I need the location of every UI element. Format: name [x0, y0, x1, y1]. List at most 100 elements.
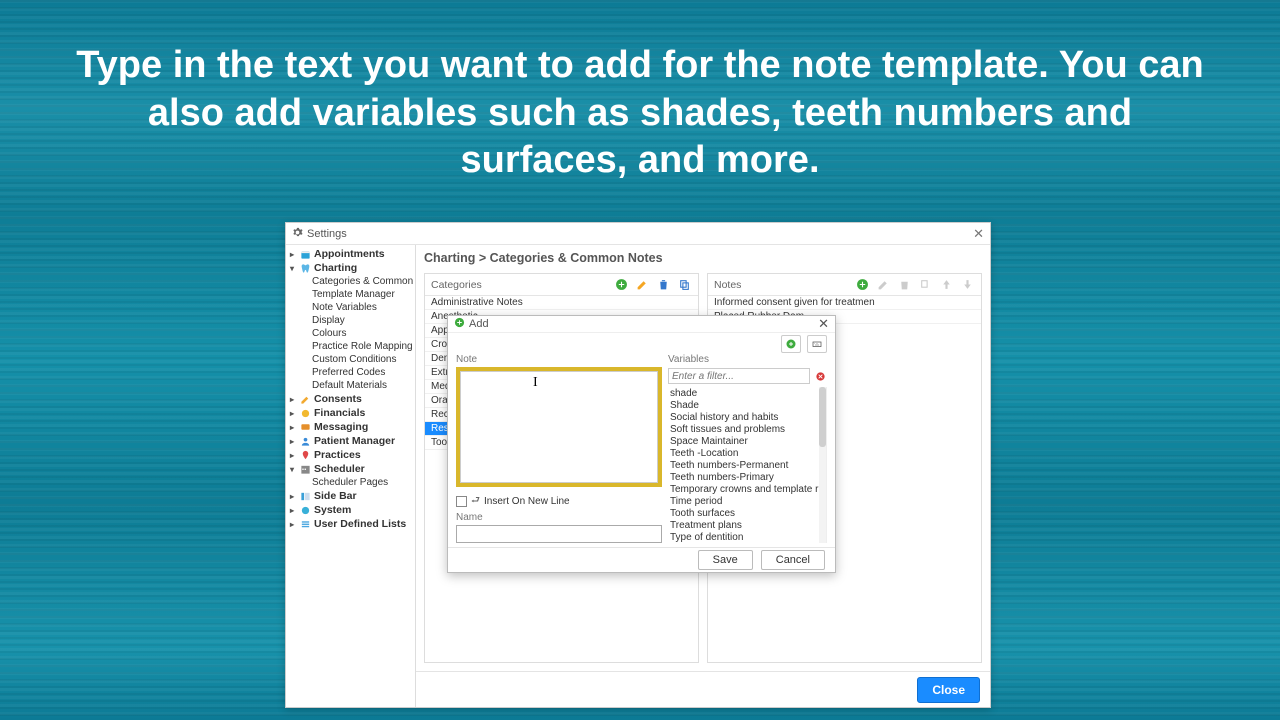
note-textarea[interactable] [460, 371, 658, 483]
sidebar-item-label: Note Variables [312, 302, 377, 313]
sidebar-item-practice-role-mapping[interactable]: Practice Role Mapping [286, 340, 415, 353]
close-button[interactable]: Close [917, 677, 980, 703]
sidebar-item-template-manager[interactable]: Template Manager [286, 288, 415, 301]
sidebar-item-label: Custom Conditions [312, 354, 396, 365]
sidebar-item-scheduler[interactable]: ▾ Scheduler [286, 462, 415, 476]
tooth-icon [299, 262, 311, 274]
insert-variable-button[interactable] [781, 335, 801, 353]
sidebar-item-label: Charting [314, 262, 357, 274]
categories-title: Categories [431, 279, 482, 291]
caret-icon: ▸ [290, 409, 296, 418]
sidebar-item-patient-manager[interactable]: ▸Patient Manager [286, 434, 415, 448]
add-note-dialog: Add ✕ Note ⮐ Insert On New Line Name Var… [447, 315, 836, 573]
caret-icon: ▸ [290, 451, 296, 460]
pencil-icon [299, 393, 311, 405]
sidebar-item-label: User Defined Lists [314, 518, 406, 530]
sidebar-item-label: Default Materials [312, 380, 387, 391]
variable-filter-input[interactable] [668, 368, 810, 384]
sidebar-item-scheduler-pages[interactable]: Scheduler Pages [286, 476, 415, 489]
coins-icon [299, 407, 311, 419]
category-row[interactable]: Administrative Notes [425, 296, 698, 310]
add-category-button[interactable] [614, 277, 629, 292]
variable-row[interactable]: Teeth -Location [668, 447, 826, 459]
calendar-icon [299, 248, 311, 260]
dialog-close-icon[interactable]: ✕ [818, 316, 829, 332]
sidebar-item-system[interactable]: ▸ System [286, 503, 415, 517]
list-icon [299, 518, 311, 530]
sidebar-item-label: Financials [314, 407, 365, 419]
caret-icon: ▸ [290, 506, 296, 515]
add-note-button[interactable] [855, 277, 870, 292]
variable-row[interactable]: Teeth numbers-Primary [668, 471, 826, 483]
name-label: Name [456, 512, 662, 525]
sidebar-item-side-bar[interactable]: ▸Side Bar [286, 489, 415, 503]
sidebar-item-colours[interactable]: Colours [286, 327, 415, 340]
cancel-button[interactable]: Cancel [761, 550, 825, 570]
variable-row[interactable]: Social history and habits [668, 411, 826, 423]
sidebar-item-label: Appointments [314, 248, 385, 260]
sidebar-item-label: Consents [314, 393, 362, 405]
settings-sidebar: ▸Appointments ▾Charting Categories & Com… [286, 245, 416, 707]
save-button[interactable]: Save [698, 550, 753, 570]
variable-row[interactable]: Space Maintainer [668, 435, 826, 447]
sidebar-item-categories-notes[interactable]: Categories & Common Notes [286, 275, 415, 288]
clear-filter-icon[interactable] [814, 370, 827, 383]
keyboard-button[interactable] [807, 335, 827, 353]
delete-note-button[interactable] [897, 277, 912, 292]
variable-row[interactable]: Treatment plans [668, 519, 826, 531]
edit-category-button[interactable] [635, 277, 650, 292]
sidebar-item-label: Display [312, 315, 345, 326]
sidebar-item-display[interactable]: Display [286, 314, 415, 327]
sidebar-item-label: Side Bar [314, 490, 357, 502]
text-cursor-icon: I [533, 375, 538, 391]
copy-category-button[interactable] [677, 277, 692, 292]
cog-icon [299, 504, 311, 516]
sidebar-item-practices[interactable]: ▸ Practices [286, 448, 415, 462]
variable-row[interactable]: Soft tissues and problems [668, 423, 826, 435]
sidebar-item-preferred-codes[interactable]: Preferred Codes [286, 366, 415, 379]
caret-icon: ▾ [290, 465, 296, 474]
variable-row[interactable]: Temporary crowns and template r [668, 483, 826, 495]
sidebar-item-appointments[interactable]: ▸Appointments [286, 247, 415, 261]
variable-row[interactable]: shade [668, 387, 826, 399]
move-down-button[interactable] [960, 277, 975, 292]
sidebar-item-default-materials[interactable]: Default Materials [286, 379, 415, 392]
sidebar-item-messaging[interactable]: ▸Messaging [286, 420, 415, 434]
name-input[interactable] [456, 525, 662, 543]
window-close-icon[interactable]: ✕ [973, 226, 984, 242]
copy-note-button[interactable] [918, 277, 933, 292]
variable-row[interactable]: Tooth surfaces [668, 507, 826, 519]
sidebar-item-label: Scheduler [314, 463, 365, 475]
sidebar-item-financials[interactable]: ▸ Financials [286, 406, 415, 420]
sidebar-item-label: Messaging [314, 421, 368, 433]
sidebar-item-user-lists[interactable]: ▸User Defined Lists [286, 517, 415, 531]
calendar-grid-icon [299, 463, 311, 475]
note-row[interactable]: Informed consent given for treatmen [708, 296, 981, 310]
newline-icon: ⮐ [471, 493, 480, 510]
variable-row[interactable]: Time period [668, 495, 826, 507]
gear-icon [292, 227, 303, 241]
sidebar-item-consents[interactable]: ▸ Consents [286, 392, 415, 406]
variable-row[interactable]: Type of dentition [668, 531, 826, 543]
sidebar-item-label: System [314, 504, 351, 516]
scrollbar-thumb[interactable] [819, 387, 826, 447]
variable-row[interactable]: Shade [668, 399, 826, 411]
sidebar-item-custom-conditions[interactable]: Custom Conditions [286, 353, 415, 366]
insert-newline-checkbox[interactable] [456, 496, 467, 507]
sidebar-item-label: Template Manager [312, 289, 395, 300]
titlebar: Settings ✕ [286, 223, 990, 245]
move-up-button[interactable] [939, 277, 954, 292]
variable-row[interactable]: Teeth numbers-Permanent [668, 459, 826, 471]
sidebar-item-label: Patient Manager [314, 435, 395, 447]
sidebar-item-charting[interactable]: ▾Charting [286, 261, 415, 275]
delete-category-button[interactable] [656, 277, 671, 292]
sidebar-item-note-variables[interactable]: Note Variables [286, 301, 415, 314]
sidebar-item-label: Practice Role Mapping [312, 341, 413, 352]
note-highlight-frame [456, 367, 662, 487]
caret-icon: ▸ [290, 395, 296, 404]
window-title: Settings [307, 228, 347, 240]
scrollbar-track[interactable] [819, 387, 826, 543]
sidebar-item-label: Practices [314, 449, 361, 461]
edit-note-button[interactable] [876, 277, 891, 292]
notes-title: Notes [714, 279, 741, 291]
